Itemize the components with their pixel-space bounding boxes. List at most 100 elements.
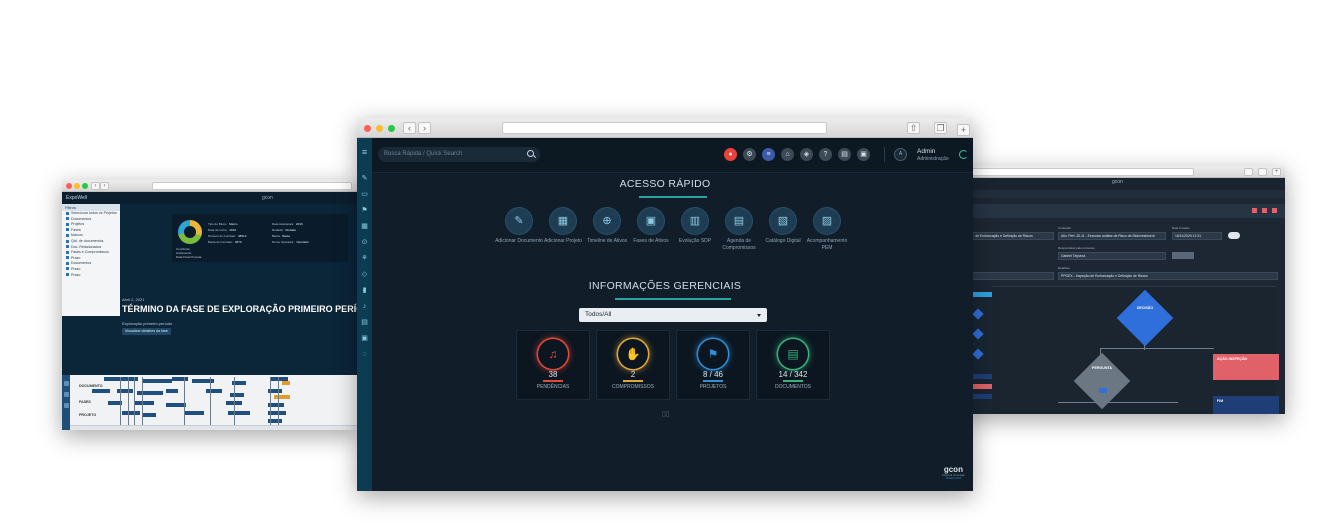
checkbox-icon[interactable]: [66, 273, 69, 277]
tracking-icon[interactable]: ▨: [814, 208, 840, 234]
timeline-bar[interactable]: [172, 377, 188, 381]
quick-access-item[interactable]: ▧ Catálogo Digital: [758, 208, 808, 245]
tabs-button[interactable]: ❐: [934, 122, 947, 134]
share-button[interactable]: ⇧: [907, 122, 920, 134]
avatar[interactable]: A: [894, 148, 907, 161]
details-field[interactable]: PPOEX - Inspeção de Embarcação e Definiç…: [1058, 272, 1278, 280]
sidebar-nav-icon[interactable]: ▣: [360, 334, 369, 343]
palette-diamond[interactable]: [972, 328, 984, 340]
new-tab-button[interactable]: +: [1272, 168, 1281, 176]
field-left-2[interactable]: [968, 272, 1054, 280]
share-button[interactable]: [1244, 168, 1253, 176]
timeline-bar[interactable]: [274, 395, 290, 399]
timeline-bar[interactable]: [166, 403, 186, 407]
help-icon[interactable]: ?: [819, 148, 832, 161]
sidebar-nav-icon[interactable]: ▦: [360, 222, 369, 231]
timeline-bar[interactable]: [134, 401, 154, 405]
address-bar[interactable]: [502, 122, 827, 134]
timeline-bar[interactable]: [142, 379, 172, 383]
timeline-bar[interactable]: [228, 411, 250, 415]
sidebar-nav-icon[interactable]: ▤: [360, 318, 369, 327]
logout-icon[interactable]: [959, 150, 968, 159]
checkbox-icon[interactable]: [66, 211, 69, 215]
tag-chip[interactable]: [1172, 252, 1194, 259]
toggle-switch[interactable]: [1228, 232, 1240, 239]
checkbox-icon[interactable]: [66, 239, 69, 243]
stat-card[interactable]: ♫ 38 PENDÊNCIAS: [517, 331, 589, 399]
end-node[interactable]: FIM: [1213, 396, 1279, 414]
phases-icon[interactable]: ▣: [638, 208, 664, 234]
checkbox-icon[interactable]: [66, 222, 69, 226]
minimize-dot[interactable]: [74, 183, 80, 189]
us-flag-icon[interactable]: ≡: [762, 148, 775, 161]
timeline-bar[interactable]: [122, 411, 140, 415]
search-box[interactable]: Busca Rápida / Quick Search: [378, 147, 540, 162]
checkbox-icon[interactable]: [66, 228, 69, 232]
checkbox-icon[interactable]: [66, 267, 69, 271]
timeline-bar[interactable]: [184, 411, 204, 415]
timeline-bar[interactable]: [104, 377, 126, 381]
forward-button[interactable]: ›: [100, 182, 109, 190]
tag-icon[interactable]: ◈: [800, 148, 813, 161]
forward-button[interactable]: ›: [418, 122, 431, 134]
stat-card[interactable]: ⚑ 8 / 46 PROJETOS: [677, 331, 749, 399]
tabs-button[interactable]: [1258, 168, 1267, 176]
sidebar-nav-icon[interactable]: ◌: [360, 350, 369, 359]
close-dot[interactable]: [66, 183, 72, 189]
quick-access-item[interactable]: ⊕ Timeline de Ativos: [582, 208, 632, 245]
project-add-icon[interactable]: ▦: [550, 208, 576, 234]
sidebar-nav-icon[interactable]: ⚑: [360, 206, 369, 215]
filter-item[interactable]: Prazo: [62, 273, 120, 279]
quick-access-item[interactable]: ▣ Fases de Ativos: [626, 208, 676, 245]
checkbox-icon[interactable]: [66, 233, 69, 237]
maximize-dot[interactable]: [388, 125, 395, 132]
evolution-icon[interactable]: ▥: [682, 208, 708, 234]
quick-access-item[interactable]: ▥ Evolução SDP: [670, 208, 720, 245]
home-icon[interactable]: ⌂: [781, 148, 794, 161]
palette-diamond[interactable]: [972, 308, 984, 320]
image-icon[interactable]: ▣: [857, 148, 870, 161]
catalog-icon[interactable]: ▧: [770, 208, 796, 234]
new-tab-button[interactable]: +: [957, 124, 970, 136]
gear-icon[interactable]: ⚙: [743, 148, 756, 161]
timeline-bar[interactable]: [142, 413, 156, 417]
checkbox-icon[interactable]: [66, 261, 69, 265]
sidebar-nav-icon[interactable]: ⊙: [360, 238, 369, 247]
address-bar[interactable]: [964, 168, 1194, 176]
add-icon[interactable]: [1262, 208, 1267, 213]
field-left[interactable]: … de Embarcação e Definição de Riscos: [968, 232, 1054, 240]
filter-icon[interactable]: [63, 403, 69, 408]
timeline-bar[interactable]: [268, 411, 286, 415]
book-icon[interactable]: ▤: [838, 148, 851, 161]
quick-access-item[interactable]: ✎ Adicionar Documento: [494, 208, 544, 245]
timeline-icon[interactable]: ⊕: [594, 208, 620, 234]
checkbox-icon[interactable]: [66, 217, 69, 221]
details-button[interactable]: Visualizar detalhes da fase: [122, 328, 171, 335]
timeline-bar[interactable]: [206, 389, 222, 393]
close-dot[interactable]: [364, 125, 371, 132]
content-field[interactable]: Ativ. Perf.-DI-11 - Executar análise de …: [1058, 232, 1166, 240]
maximize-dot[interactable]: [82, 183, 88, 189]
date-field[interactable]: 16/11/2020 12:31: [1172, 232, 1222, 240]
menu-icon[interactable]: ≡: [360, 148, 369, 157]
checkbox-icon[interactable]: [66, 245, 69, 249]
timeline-bar[interactable]: [124, 377, 138, 381]
quick-access-item[interactable]: ▨ Acompanhamento PEM: [802, 208, 852, 251]
search-icon[interactable]: [527, 150, 534, 157]
pan-icon[interactable]: [63, 392, 69, 397]
timeline-bar[interactable]: [137, 391, 163, 395]
stat-card[interactable]: ▤ 14 / 342 DOCUMENTOS: [757, 331, 829, 399]
back-button[interactable]: ‹: [91, 182, 100, 190]
alert-icon[interactable]: ●: [724, 148, 737, 161]
timeline-bar[interactable]: [166, 389, 178, 393]
sidebar-nav-icon[interactable]: ◇: [360, 270, 369, 279]
palette-diamond[interactable]: [972, 348, 984, 360]
quick-access-item[interactable]: ▤ Agenda de Compromissos: [714, 208, 764, 251]
quick-access-item[interactable]: ▦ Adicionar Projeto: [538, 208, 588, 245]
doc-edit-icon[interactable]: ✎: [506, 208, 532, 234]
timeline-bar[interactable]: [230, 393, 244, 397]
checkbox-icon[interactable]: [66, 256, 69, 260]
checkbox-icon[interactable]: [66, 250, 69, 254]
stat-card[interactable]: ✋ 2 COMPROMISSOS: [597, 331, 669, 399]
filter-select[interactable]: Todos/All: [579, 308, 767, 322]
